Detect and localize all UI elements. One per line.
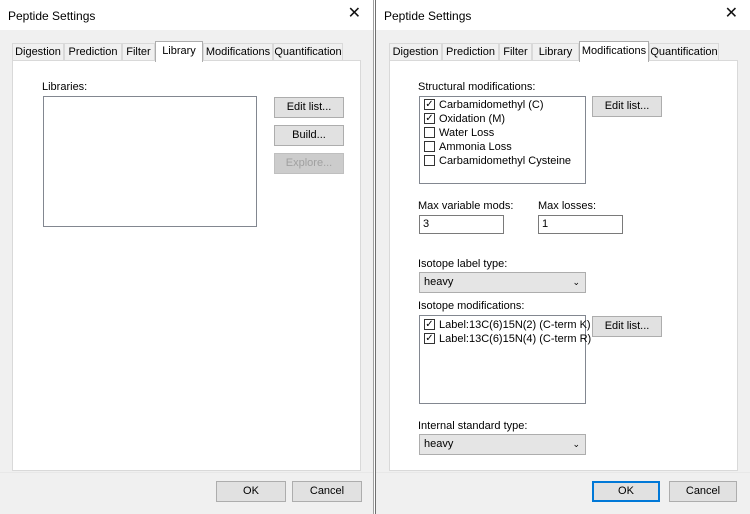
isotope-modifications-list[interactable]: ✓ Label:13C(6)15N(2) (C-term K) ✓ Label:… (419, 315, 591, 404)
title-bar: Peptide Settings ✕ (0, 0, 373, 30)
structural-mod-label: Water Loss (439, 127, 495, 139)
button-divider (376, 472, 750, 473)
checkbox-unchecked-icon[interactable] (424, 127, 435, 138)
modifications-tab-panel: Structural modifications: ✓ Carbamidomet… (389, 60, 738, 471)
internal-standard-type-label: Internal standard type: (418, 420, 528, 432)
tab-prediction[interactable]: Prediction (442, 43, 499, 61)
isotope-mod-label: Label:13C(6)15N(4) (C-term R) (439, 333, 592, 345)
tab-digestion[interactable]: Digestion (389, 43, 442, 61)
tab-digestion[interactable]: Digestion (12, 43, 64, 61)
isotope-label-type-dropdown[interactable]: heavy ⌄ (419, 272, 586, 293)
edit-list-button[interactable]: Edit list... (274, 97, 344, 118)
checkbox-checked-icon[interactable]: ✓ (424, 99, 435, 110)
dialog-title: Peptide Settings (384, 9, 472, 23)
structural-modifications-list[interactable]: ✓ Carbamidomethyl (C) ✓ Oxidation (M) Wa… (419, 96, 586, 184)
edit-structural-list-button[interactable]: Edit list... (592, 96, 662, 117)
isotope-mod-label: Label:13C(6)15N(2) (C-term K) (439, 319, 591, 331)
ok-button[interactable]: OK (592, 481, 660, 502)
ok-button[interactable]: OK (216, 481, 286, 502)
structural-mod-label: Carbamidomethyl (C) (439, 99, 544, 111)
tab-modifications[interactable]: Modifications (579, 41, 649, 62)
libraries-label: Libraries: (42, 81, 88, 93)
button-divider (0, 472, 373, 473)
isotope-label-type-value: heavy (424, 276, 454, 288)
tab-modifications[interactable]: Modifications (203, 43, 273, 61)
structural-modifications-label: Structural modifications: (418, 81, 536, 93)
tab-filter[interactable]: Filter (122, 43, 155, 61)
libraries-listbox[interactable] (43, 96, 257, 227)
dialog-title: Peptide Settings (8, 9, 96, 23)
structural-mod-label: Oxidation (M) (439, 113, 506, 125)
structural-mod-label: Ammonia Loss (439, 141, 512, 153)
isotope-label-type-label: Isotope label type: (418, 258, 508, 270)
chevron-down-icon: ⌄ (572, 277, 580, 287)
max-variable-mods-label: Max variable mods: (418, 200, 514, 212)
tab-quantification[interactable]: Quantification (273, 43, 343, 61)
checkbox-checked-icon[interactable]: ✓ (424, 333, 435, 344)
cancel-button[interactable]: Cancel (292, 481, 362, 502)
max-variable-mods-input[interactable]: 3 (419, 215, 504, 234)
peptide-settings-dialog-modifications: Peptide Settings ✕ Digestion Prediction … (375, 0, 750, 514)
checkbox-checked-icon[interactable]: ✓ (424, 113, 435, 124)
max-losses-input[interactable]: 1 (538, 215, 623, 234)
tab-filter[interactable]: Filter (499, 43, 532, 61)
explore-button[interactable]: Explore... (274, 153, 344, 174)
max-losses-label: Max losses: (538, 200, 597, 212)
title-bar: Peptide Settings ✕ (376, 0, 750, 30)
internal-standard-type-dropdown[interactable]: heavy ⌄ (419, 434, 586, 455)
tab-prediction[interactable]: Prediction (64, 43, 122, 61)
checkbox-unchecked-icon[interactable] (424, 155, 435, 166)
chevron-down-icon: ⌄ (572, 439, 580, 449)
structural-mod-label: Carbamidomethyl Cysteine (439, 155, 572, 167)
cancel-button[interactable]: Cancel (669, 481, 737, 502)
peptide-settings-dialog-library: Peptide Settings ✕ Digestion Prediction … (0, 0, 374, 514)
close-icon[interactable]: ✕ (725, 6, 738, 22)
checkbox-unchecked-icon[interactable] (424, 141, 435, 152)
tab-quantification[interactable]: Quantification (649, 43, 719, 61)
library-tab-panel: Libraries: Edit list... Build... Explore… (12, 60, 361, 471)
tab-library[interactable]: Library (155, 41, 203, 62)
tab-library[interactable]: Library (532, 43, 579, 61)
checkbox-checked-icon[interactable]: ✓ (424, 319, 435, 330)
build-button[interactable]: Build... (274, 125, 344, 146)
internal-standard-type-value: heavy (424, 438, 454, 450)
edit-isotope-list-button[interactable]: Edit list... (592, 316, 662, 337)
close-icon[interactable]: ✕ (348, 6, 361, 22)
isotope-modifications-label: Isotope modifications: (418, 300, 525, 312)
